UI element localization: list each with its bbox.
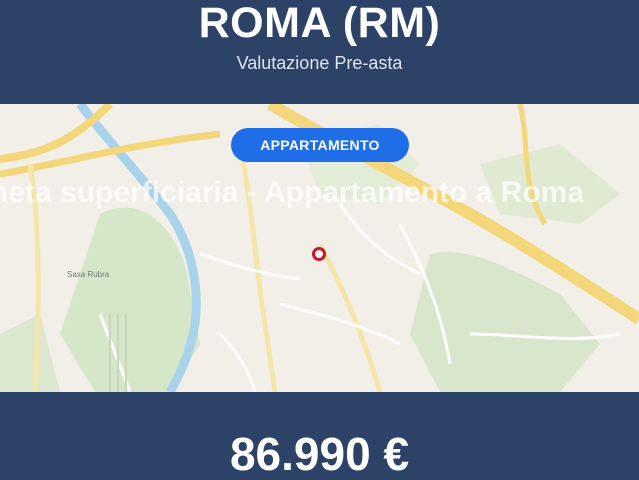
city-title: ROMA (RM)	[198, 0, 441, 47]
location-pin-icon[interactable]	[312, 247, 326, 261]
header-banner: ROMA (RM) Valutazione Pre-asta	[0, 0, 639, 104]
valuation-subtitle: Valutazione Pre-asta	[236, 53, 403, 73]
watermark-text: neta superficiaria - Appartamento a Roma	[0, 176, 585, 209]
property-type-badge[interactable]: APPARTAMENTO	[231, 128, 409, 162]
price-value: 86.990 €	[229, 428, 410, 480]
map-place-label: Saxa Rubra	[67, 270, 110, 279]
